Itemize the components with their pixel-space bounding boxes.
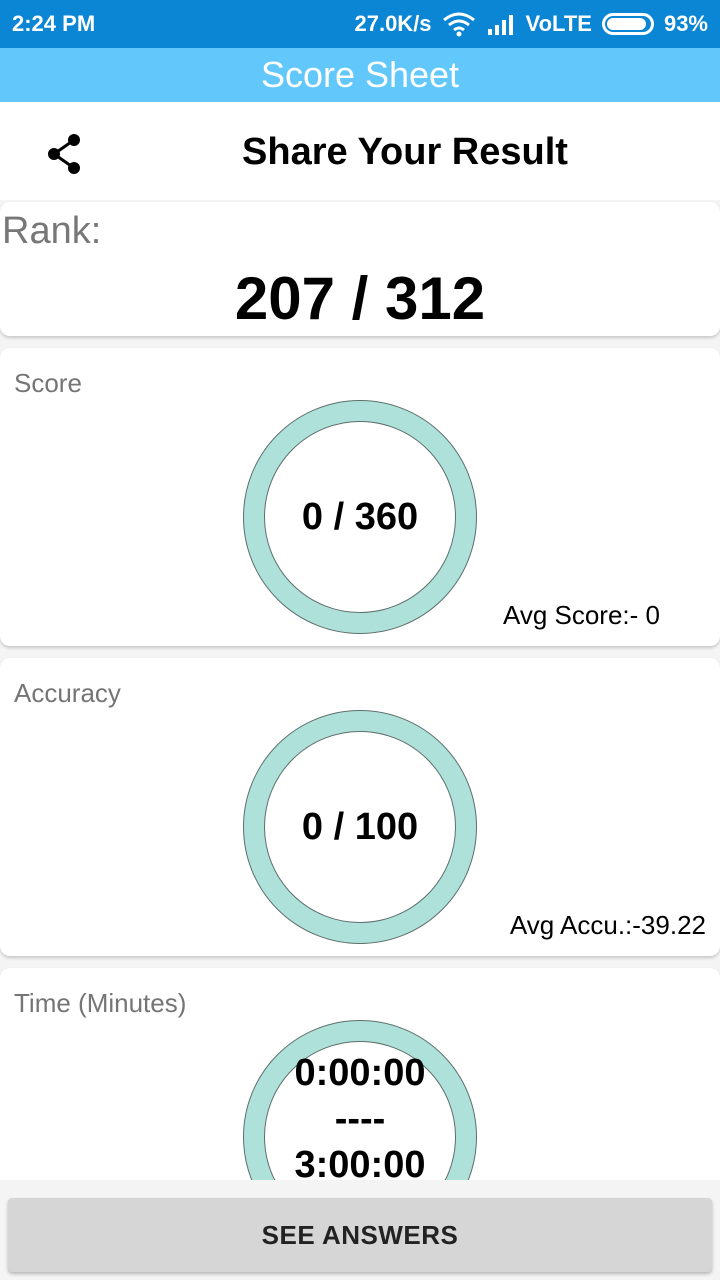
accuracy-title: Accuracy <box>14 678 121 708</box>
time-title: Time (Minutes) <box>14 988 187 1018</box>
score-title: Score <box>14 368 82 398</box>
accuracy-card: Accuracy 0 / 100 Avg Accu.:-39.22 <box>0 658 720 956</box>
time-taken: 0:00:00 <box>294 1052 426 1094</box>
see-answers-button[interactable]: SEE ANSWERS <box>8 1198 712 1272</box>
score-ring: 0 / 360 <box>243 400 477 634</box>
score-card: Score 0 / 360 Avg Score:- 0 <box>0 348 720 646</box>
accuracy-ring: 0 / 100 <box>243 710 477 944</box>
status-time: 2:24 PM <box>12 11 96 36</box>
rank-label: Rank: <box>2 210 102 252</box>
wifi-icon <box>442 11 476 37</box>
battery-fill <box>606 18 646 30</box>
app-title: Score Sheet <box>260 54 460 95</box>
avg-score: Avg Score:- 0 <box>502 600 660 630</box>
network-speed: 27.0K/s <box>354 11 432 36</box>
score-sheet-screen: 2:24 PM 27.0K/s VoLTE 93% Score Sheet Sh… <box>0 0 720 1280</box>
bottom-bar: SEE ANSWERS <box>0 1180 720 1280</box>
share-icon <box>48 134 80 174</box>
accuracy-value: 0 / 100 <box>301 805 419 848</box>
signal-icon <box>486 13 516 35</box>
share-header: Share Your Result <box>0 102 720 200</box>
app-bar: Score Sheet <box>0 48 720 102</box>
score-value: 0 / 360 <box>301 495 419 538</box>
rank-card: Rank: 207 / 312 <box>0 202 720 336</box>
avg-accuracy: Avg Accu.:-39.22 <box>509 910 706 940</box>
battery-icon <box>601 13 654 35</box>
time-values: 0:00:00 ---- 3:00:00 <box>243 1050 477 1188</box>
network-type: VoLTE <box>525 11 592 36</box>
time-separator: ---- <box>334 1098 386 1140</box>
status-bar: 2:24 PM 27.0K/s VoLTE 93% <box>0 0 720 48</box>
status-indicators: 27.0K/s VoLTE 93% <box>354 11 708 37</box>
rank-value: 207 / 312 <box>234 265 486 332</box>
share-result-title[interactable]: Share Your Result <box>130 102 680 202</box>
battery-percent: 93% <box>663 11 708 36</box>
share-button[interactable] <box>36 126 92 182</box>
